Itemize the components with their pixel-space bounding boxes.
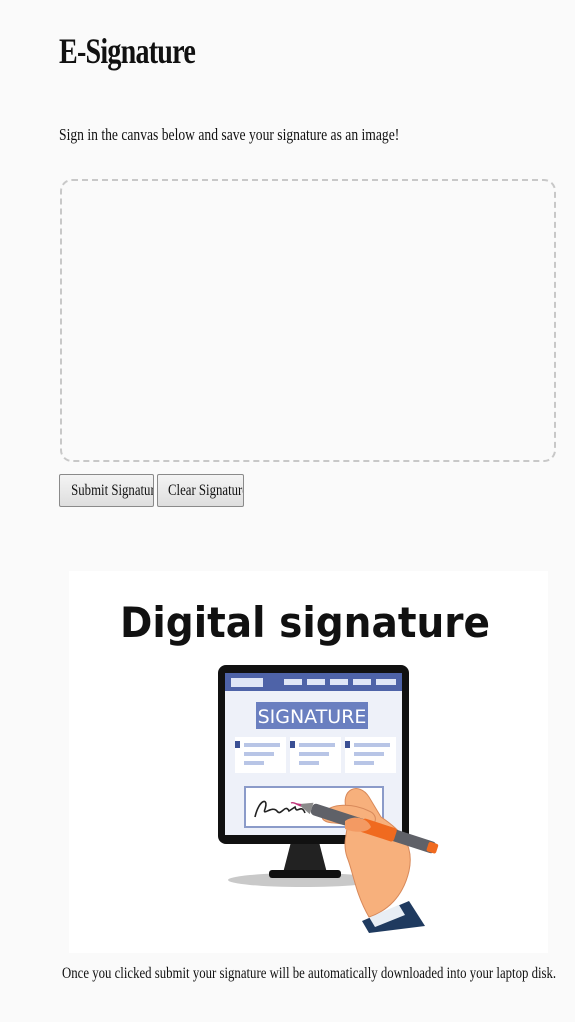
clear-signature-label: Clear Signature <box>167 481 244 499</box>
e-signature-page: E-Signature Sign in the canvas below and… <box>0 0 575 1022</box>
submit-signature-button[interactable]: Submit Signature <box>59 474 154 507</box>
digital-signature-illustration: Digital signature SIGNATURE <box>69 571 548 953</box>
page-title: E-Signature <box>59 31 196 71</box>
illustration-heading: Digital signature <box>120 598 490 648</box>
monitor-base <box>269 870 341 878</box>
signature-canvas[interactable] <box>60 179 556 462</box>
submit-signature-label: Submit Signature <box>71 481 154 499</box>
monitor-stand <box>283 842 327 873</box>
instruction-text: Sign in the canvas below and save your s… <box>59 125 400 144</box>
clear-signature-button[interactable]: Clear Signature <box>157 474 244 507</box>
download-note: Once you clicked submit your signature w… <box>62 965 557 982</box>
screen-signature-label: SIGNATURE <box>258 706 367 728</box>
